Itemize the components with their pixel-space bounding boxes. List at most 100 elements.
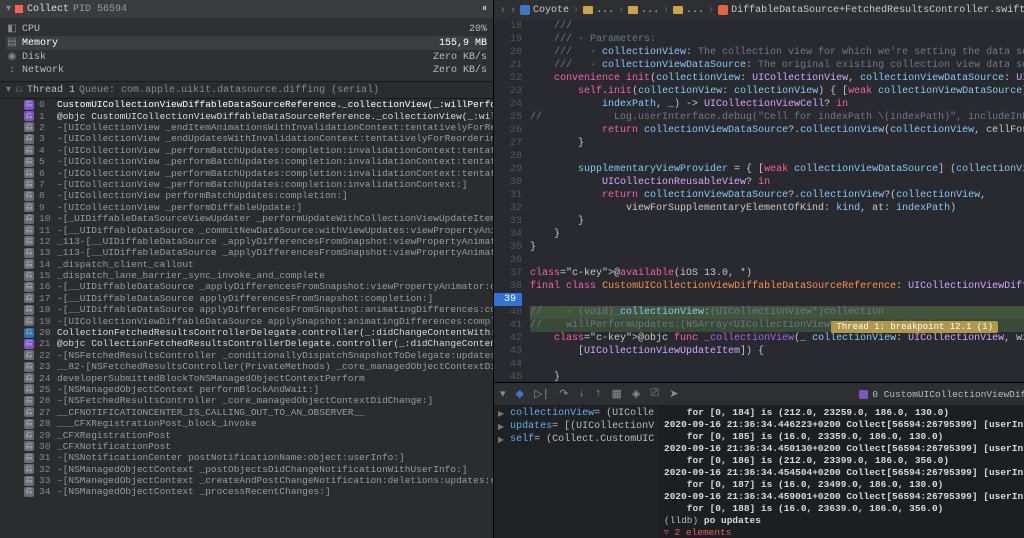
disk-icon: ◉ [6, 51, 18, 63]
app-icon [15, 5, 23, 13]
gauges: ◧CPU 20% ▤Memory 155,9 MB ◉Disk Zero KB/… [0, 18, 493, 81]
stack-frame[interactable]: ⎌22-[NSFetchedResultsController _conditi… [0, 350, 493, 361]
disk-gauge[interactable]: ◉Disk Zero KB/s [6, 50, 487, 64]
stack-frame[interactable]: ⎌16-[__UIDiffableDataSource _applyDiffer… [0, 281, 493, 292]
frame-badge-icon: ⎌ [24, 168, 34, 178]
stack-frame[interactable]: ⎌32-[NSManagedObjectContext _postObjects… [0, 464, 493, 475]
stack-frame[interactable]: ⎌34-[NSManagedObjectContext _processRece… [0, 486, 493, 497]
stack-frame[interactable]: ⎌8-[UICollectionView performBatchUpdates… [0, 190, 493, 201]
jump-bar[interactable]: ‹ › Coyote › ... › ... › ... › DiffableD… [494, 0, 1024, 20]
process-header[interactable]: ▾ Collect PID 56594 ⏸ [0, 0, 493, 18]
view-debug-icon[interactable]: ▦ [612, 387, 622, 401]
debug-toolbar: ▾ ◆ ▷| ↷ ↓ ↑ ▦ ◈ ⎚ ➤ 0 CustomUICollectio… [494, 383, 1024, 405]
frame-badge-icon: ⎌ [24, 362, 34, 372]
bc-project[interactable]: Coyote [533, 5, 569, 16]
variable-row[interactable]: ▶self = (Collect.CustomUICollectionViewD… [498, 433, 654, 446]
stack-frame[interactable]: ⎌17-[__UIDiffableDataSource applyDiffere… [0, 293, 493, 304]
stack-frame[interactable]: ⎌18-[__UIDiffableDataSource applyDiffere… [0, 304, 493, 315]
stack-frame[interactable]: ⎌21@objc CollectionFetchedResultsControl… [0, 338, 493, 349]
forward-icon[interactable]: › [510, 5, 516, 16]
frame-badge-icon: ⎌ [24, 487, 34, 497]
step-out-icon[interactable]: ↑ [595, 388, 602, 400]
frame-badge-icon: ⎌ [24, 419, 34, 429]
frame-badge-icon: ⎌ [24, 384, 34, 394]
stack-frame[interactable]: ⎌9-[UICollectionView _performDiffableUpd… [0, 202, 493, 213]
pause-icon[interactable]: ⏸ [482, 3, 487, 15]
stack-frame[interactable]: ⎌25-[NSManagedObjectContext performBlock… [0, 384, 493, 395]
step-in-icon[interactable]: ↓ [578, 388, 585, 400]
thread-queue: Queue: com.apple.uikit.datasource.diffin… [79, 85, 379, 96]
frame-badge-icon: ⎌ [24, 111, 34, 121]
frame-badge-icon: ⎌ [24, 441, 34, 451]
process-name: Collect [27, 4, 69, 15]
stack-frame[interactable]: ⎌11-[__UIDiffableDataSource _commitNewDa… [0, 224, 493, 235]
frame-badge-icon: ⎌ [24, 225, 34, 235]
variable-row[interactable]: ▶updates = [(UICollectionViewUpdateItem)… [498, 420, 654, 433]
debug-area: ▾ ◆ ▷| ↷ ↓ ↑ ▦ ◈ ⎚ ➤ 0 CustomUICollectio… [494, 382, 1024, 538]
network-icon: ↕ [6, 65, 18, 76]
memory-gauge[interactable]: ▤Memory 155,9 MB [6, 36, 487, 50]
stack-frame[interactable]: ⎌33-[NSManagedObjectContext _createAndPo… [0, 475, 493, 486]
step-over-icon[interactable]: ↷ [559, 387, 568, 401]
stack-frame[interactable]: ⎌4-[UICollectionView _performBatchUpdate… [0, 145, 493, 156]
thread-header[interactable]: ▾ ⎌ Thread 1 Queue: com.apple.uikit.data… [0, 81, 493, 99]
env-overrides-icon[interactable]: ⎚ [650, 388, 659, 400]
frame-badge-icon: ⎌ [24, 134, 34, 144]
back-icon[interactable]: ‹ [500, 5, 506, 16]
breakpoints-toggle-icon[interactable]: ◆ [516, 387, 524, 401]
frame-badge-icon: ⎌ [24, 316, 34, 326]
stack-frame[interactable]: ⎌20CollectionFetchedResultsControllerDel… [0, 327, 493, 338]
stack-frame[interactable]: ⎌29_CFXRegistrationPost [0, 429, 493, 440]
debug-location[interactable]: 0 CustomUICollectionViewDiffableDataSo..… [859, 389, 1024, 400]
stack-frame[interactable]: ⎌28___CFXRegistrationPost_block_invoke [0, 418, 493, 429]
debug-navigator: ▾ Collect PID 56594 ⏸ ◧CPU 20% ▤Memory 1… [0, 0, 494, 538]
frame-badge-icon: ⎌ [24, 464, 34, 474]
cpu-icon: ◧ [6, 23, 18, 35]
stack-frame[interactable]: ⎌15_dispatch_lane_barrier_sync_invoke_an… [0, 270, 493, 281]
stack-frame[interactable]: ⎌14_dispatch_client_callout [0, 258, 493, 269]
stack-frame[interactable]: ⎌19-[UICollectionViewDiffableDataSource … [0, 315, 493, 326]
stack-frame[interactable]: ⎌27__CFNOTIFICATIONCENTER_IS_CALLING_OUT… [0, 407, 493, 418]
location-icon[interactable]: ➤ [669, 387, 678, 401]
editor-area: ‹ › Coyote › ... › ... › ... › DiffableD… [494, 0, 1024, 538]
stack-frame[interactable]: ⎌7-[UICollectionView _performBatchUpdate… [0, 179, 493, 190]
gutter[interactable]: 1819202122232425262728293031323334353637… [494, 20, 528, 382]
disclosure-icon[interactable]: ▾ [6, 3, 11, 15]
frame-badge-icon: ⎌ [24, 122, 34, 132]
call-stack: ⎌0CustomUICollectionViewDiffableDataSour… [0, 99, 493, 538]
console[interactable]: for [0, 184] is (212.0, 23259.0, 186.0, … [658, 405, 1024, 538]
stack-frame[interactable]: ⎌6-[UICollectionView _performBatchUpdate… [0, 167, 493, 178]
frame-badge-icon: ⎌ [24, 339, 34, 349]
frame-badge-icon: ⎌ [24, 396, 34, 406]
stack-frame[interactable]: ⎌31-[NSNotificationCenter postNotificati… [0, 452, 493, 463]
stack-frame[interactable]: ⎌24developerSubmittedBlockToNSManagedObj… [0, 372, 493, 383]
stack-frame[interactable]: ⎌1@objc CustomUICollectionViewDiffableDa… [0, 110, 493, 121]
cpu-gauge[interactable]: ◧CPU 20% [6, 22, 487, 36]
variable-row[interactable]: ▶collectionView = (UICollectionView) 0x0… [498, 407, 654, 420]
stack-frame[interactable]: ⎌23__82-[NSFetchedResultsController(Priv… [0, 361, 493, 372]
frame-badge-icon: ⎌ [24, 157, 34, 167]
stack-frame[interactable]: ⎌3-[UICollectionView _endUpdatesWithInva… [0, 133, 493, 144]
hide-debug-icon[interactable]: ▾ [500, 387, 506, 401]
frame-badge-icon: ⎌ [24, 145, 34, 155]
stack-frame[interactable]: ⎌2-[UICollectionView _endItemAnimationsW… [0, 122, 493, 133]
folder-icon [583, 6, 593, 14]
network-gauge[interactable]: ↕Network Zero KB/s [6, 64, 487, 77]
folder-icon [628, 6, 638, 14]
stack-frame[interactable]: ⎌10-[_UIDiffableDataSourceViewUpdater _p… [0, 213, 493, 224]
stack-frame[interactable]: ⎌30_CFXNotificationPost [0, 441, 493, 452]
bc-file[interactable]: DiffableDataSource+FetchedResultsControl… [731, 5, 1024, 16]
stack-frame[interactable]: ⎌5-[UICollectionView _performBatchUpdate… [0, 156, 493, 167]
stack-frame[interactable]: ⎌26-[NSFetchedResultsController _core_ma… [0, 395, 493, 406]
frame-badge-icon: ⎌ [24, 248, 34, 258]
stack-frame[interactable]: ⎌13_113-[__UIDiffableDataSource _applyDi… [0, 247, 493, 258]
continue-icon[interactable]: ▷| [534, 387, 549, 401]
variables-view[interactable]: ▶collectionView = (UICollectionView) 0x0… [494, 405, 658, 538]
swift-file-icon [718, 5, 728, 15]
stack-frame[interactable]: ⎌12_113-[__UIDiffableDataSource _applyDi… [0, 236, 493, 247]
frame-badge-icon: ⎌ [24, 453, 34, 463]
frame-badge-icon: ⎌ [24, 259, 34, 269]
disclosure-icon[interactable]: ▾ [6, 84, 11, 96]
stack-frame[interactable]: ⎌0CustomUICollectionViewDiffableDataSour… [0, 99, 493, 110]
memory-graph-icon[interactable]: ◈ [632, 387, 640, 401]
